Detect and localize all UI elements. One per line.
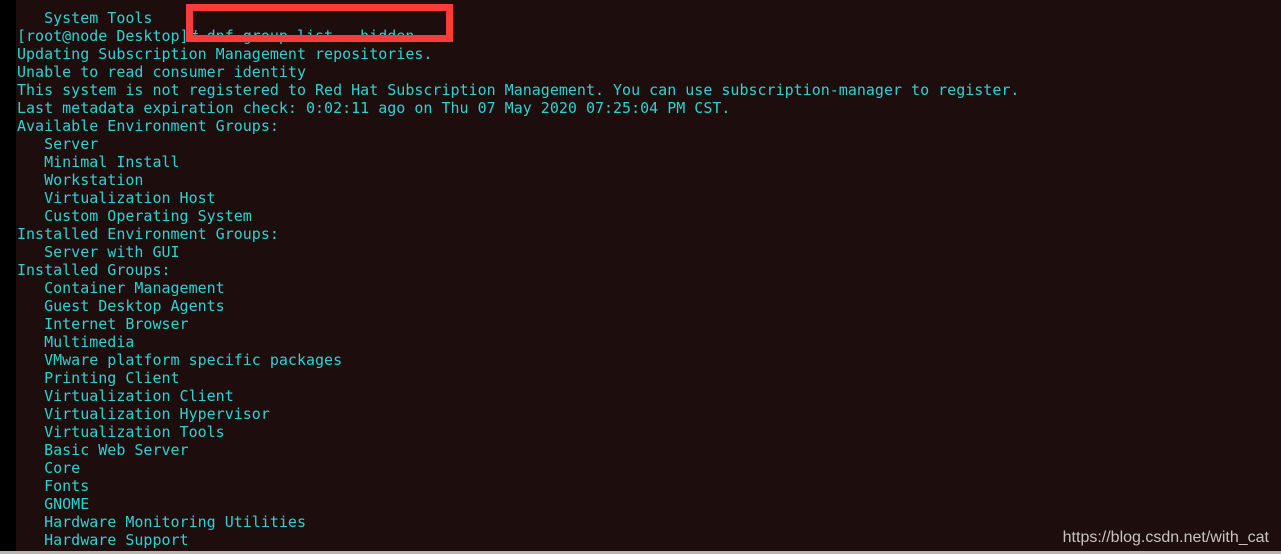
terminal-line: Minimal Install [17,153,180,171]
terminal-line: This system is not registered to Red Hat… [17,81,1020,99]
terminal-line: Hardware Support [17,531,189,549]
terminal-line: Available Environment Groups: [17,117,279,135]
terminal-line: System Tools [17,9,153,27]
terminal-line: Container Management [17,279,225,297]
terminal-line: Core [17,459,81,477]
terminal-line: Hardware Monitoring Utilities [17,513,306,531]
blog-watermark: https://blog.csdn.net/with_cat [1062,529,1269,546]
terminal-line: Virtualization Host [17,189,216,207]
terminal-line: Multimedia [17,333,135,351]
terminal-line: Workstation [17,171,144,189]
terminal-line: Server with GUI [17,243,180,261]
terminal-line: Last metadata expiration check: 0:02:11 … [17,99,731,117]
terminal-line: Virtualization Client [17,387,234,405]
terminal-line: Virtualization Hypervisor [17,405,270,423]
terminal-line: Updating Subscription Management reposit… [17,45,433,63]
terminal-line: Installed Environment Groups: [17,225,279,243]
terminal-line: Internet Browser [17,315,189,333]
terminal-left-gutter [0,0,16,551]
terminal-line: GNOME [17,495,90,513]
terminal-window[interactable]: System Tools [root@node Desktop]# dnf gro… [0,0,1281,554]
terminal-line: Virtualization Tools [17,423,225,441]
terminal-line: Installed Groups: [17,261,171,279]
terminal-line: Unable to read consumer identity [17,63,306,81]
terminal-output[interactable]: System Tools [root@node Desktop]# dnf gro… [17,9,1019,554]
terminal-line: VMware platform specific packages [17,351,343,369]
terminal-line: Basic Web Server [17,441,189,459]
terminal-line: Custom Operating System [17,207,252,225]
terminal-line: [root@node Desktop]# dnf group list --hi… [17,27,415,45]
terminal-line: Server [17,135,99,153]
terminal-line: Guest Desktop Agents [17,297,225,315]
terminal-line: Printing Client [17,369,180,387]
terminal-line: Fonts [17,477,90,495]
